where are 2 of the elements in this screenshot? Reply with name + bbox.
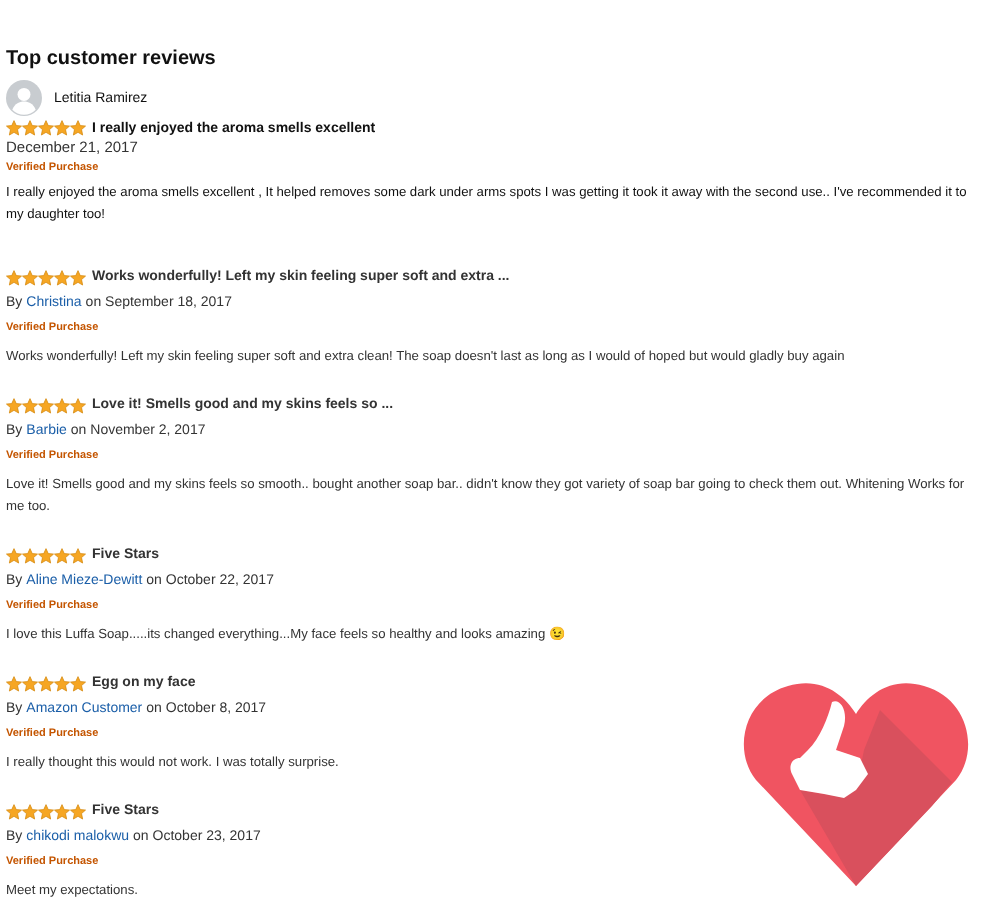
section-heading: Top customer reviews [6, 48, 218, 70]
avatar-icon [6, 80, 42, 116]
